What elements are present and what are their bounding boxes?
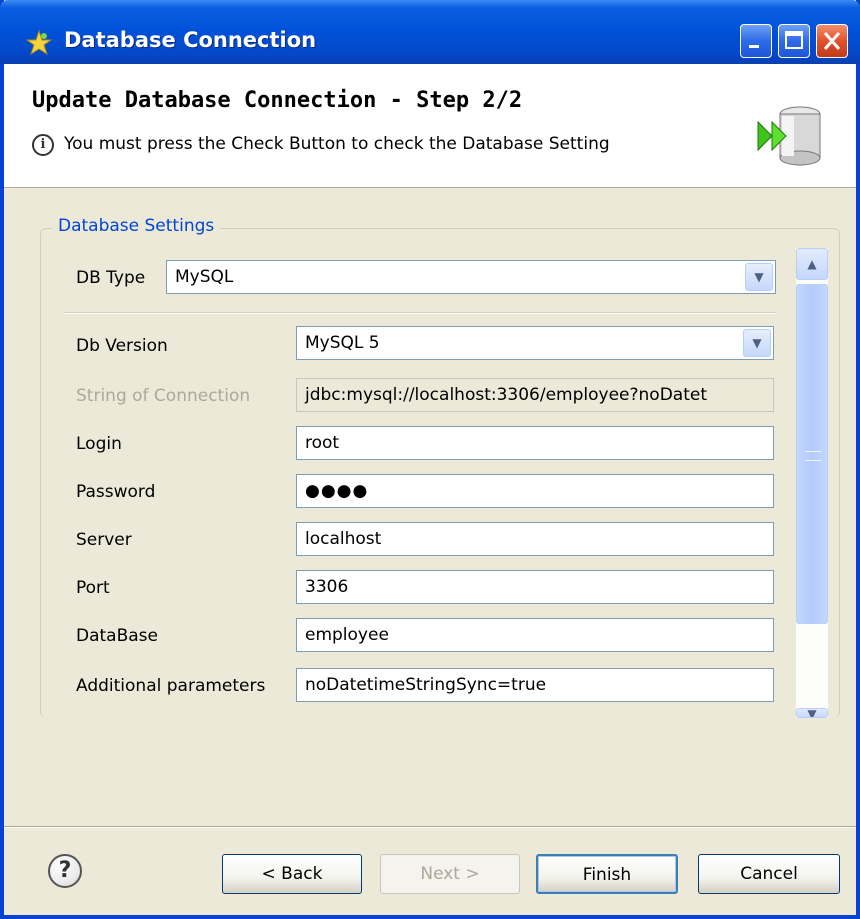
db-version-label: Db Version [76,336,168,356]
port-label: Port [76,578,110,598]
title-bar[interactable]: Database Connection [0,0,860,64]
maximize-icon [785,31,803,49]
page-title: Update Database Connection - Step 2/2 [32,88,523,113]
server-field[interactable]: localhost [296,522,774,556]
vertical-scrollbar[interactable]: ▲ ▼ [796,248,828,718]
info-message: You must press the Check Button to check… [64,134,610,154]
port-field[interactable]: 3306 [296,570,774,604]
scroll-thumb[interactable] [796,284,828,624]
db-type-value: MySQL [175,267,234,287]
additional-parameters-field[interactable]: noDatetimeStringSync=true [296,668,774,702]
db-version-value: MySQL 5 [305,333,380,353]
connection-string-label: String of Connection [76,386,251,406]
database-field[interactable]: employee [296,618,774,652]
close-icon [823,32,841,50]
next-button[interactable]: Next > [380,854,520,894]
maximize-button[interactable] [778,24,810,58]
footer-divider [4,826,856,828]
help-icon[interactable]: ? [48,854,82,888]
group-label: Database Settings [52,216,221,236]
server-label: Server [76,530,132,550]
minimize-button[interactable] [740,24,772,58]
chevron-down-icon[interactable]: ▼ [743,329,771,357]
close-button[interactable] [816,24,848,58]
wizard-header: Update Database Connection - Step 2/2 i … [4,64,856,188]
db-type-select[interactable]: MySQL ▼ [166,260,776,294]
star-icon [26,30,52,56]
database-label: DataBase [76,626,158,646]
login-field[interactable]: root [296,426,774,460]
additional-parameters-label: Additional parameters [76,676,266,696]
db-type-label: DB Type [76,268,146,288]
connection-string-field: jdbc:mysql://localhost:3306/employee?noD… [296,378,774,412]
cancel-button[interactable]: Cancel [698,854,840,894]
separator [64,312,776,314]
chevron-down-icon[interactable]: ▼ [745,263,773,291]
finish-button[interactable]: Finish [536,854,678,894]
database-icon [757,106,821,166]
password-field[interactable]: ●●●● [296,474,774,508]
info-icon: i [32,134,54,156]
scroll-up-icon[interactable]: ▲ [796,248,828,280]
password-label: Password [76,482,156,502]
login-label: Login [76,434,122,454]
scroll-down-icon[interactable]: ▼ [796,708,828,718]
minimize-icon [749,45,759,48]
window-title: Database Connection [64,28,317,52]
db-version-select[interactable]: MySQL 5 ▼ [296,326,774,360]
grip-icon [805,451,821,461]
back-button[interactable]: < Back [222,854,362,894]
